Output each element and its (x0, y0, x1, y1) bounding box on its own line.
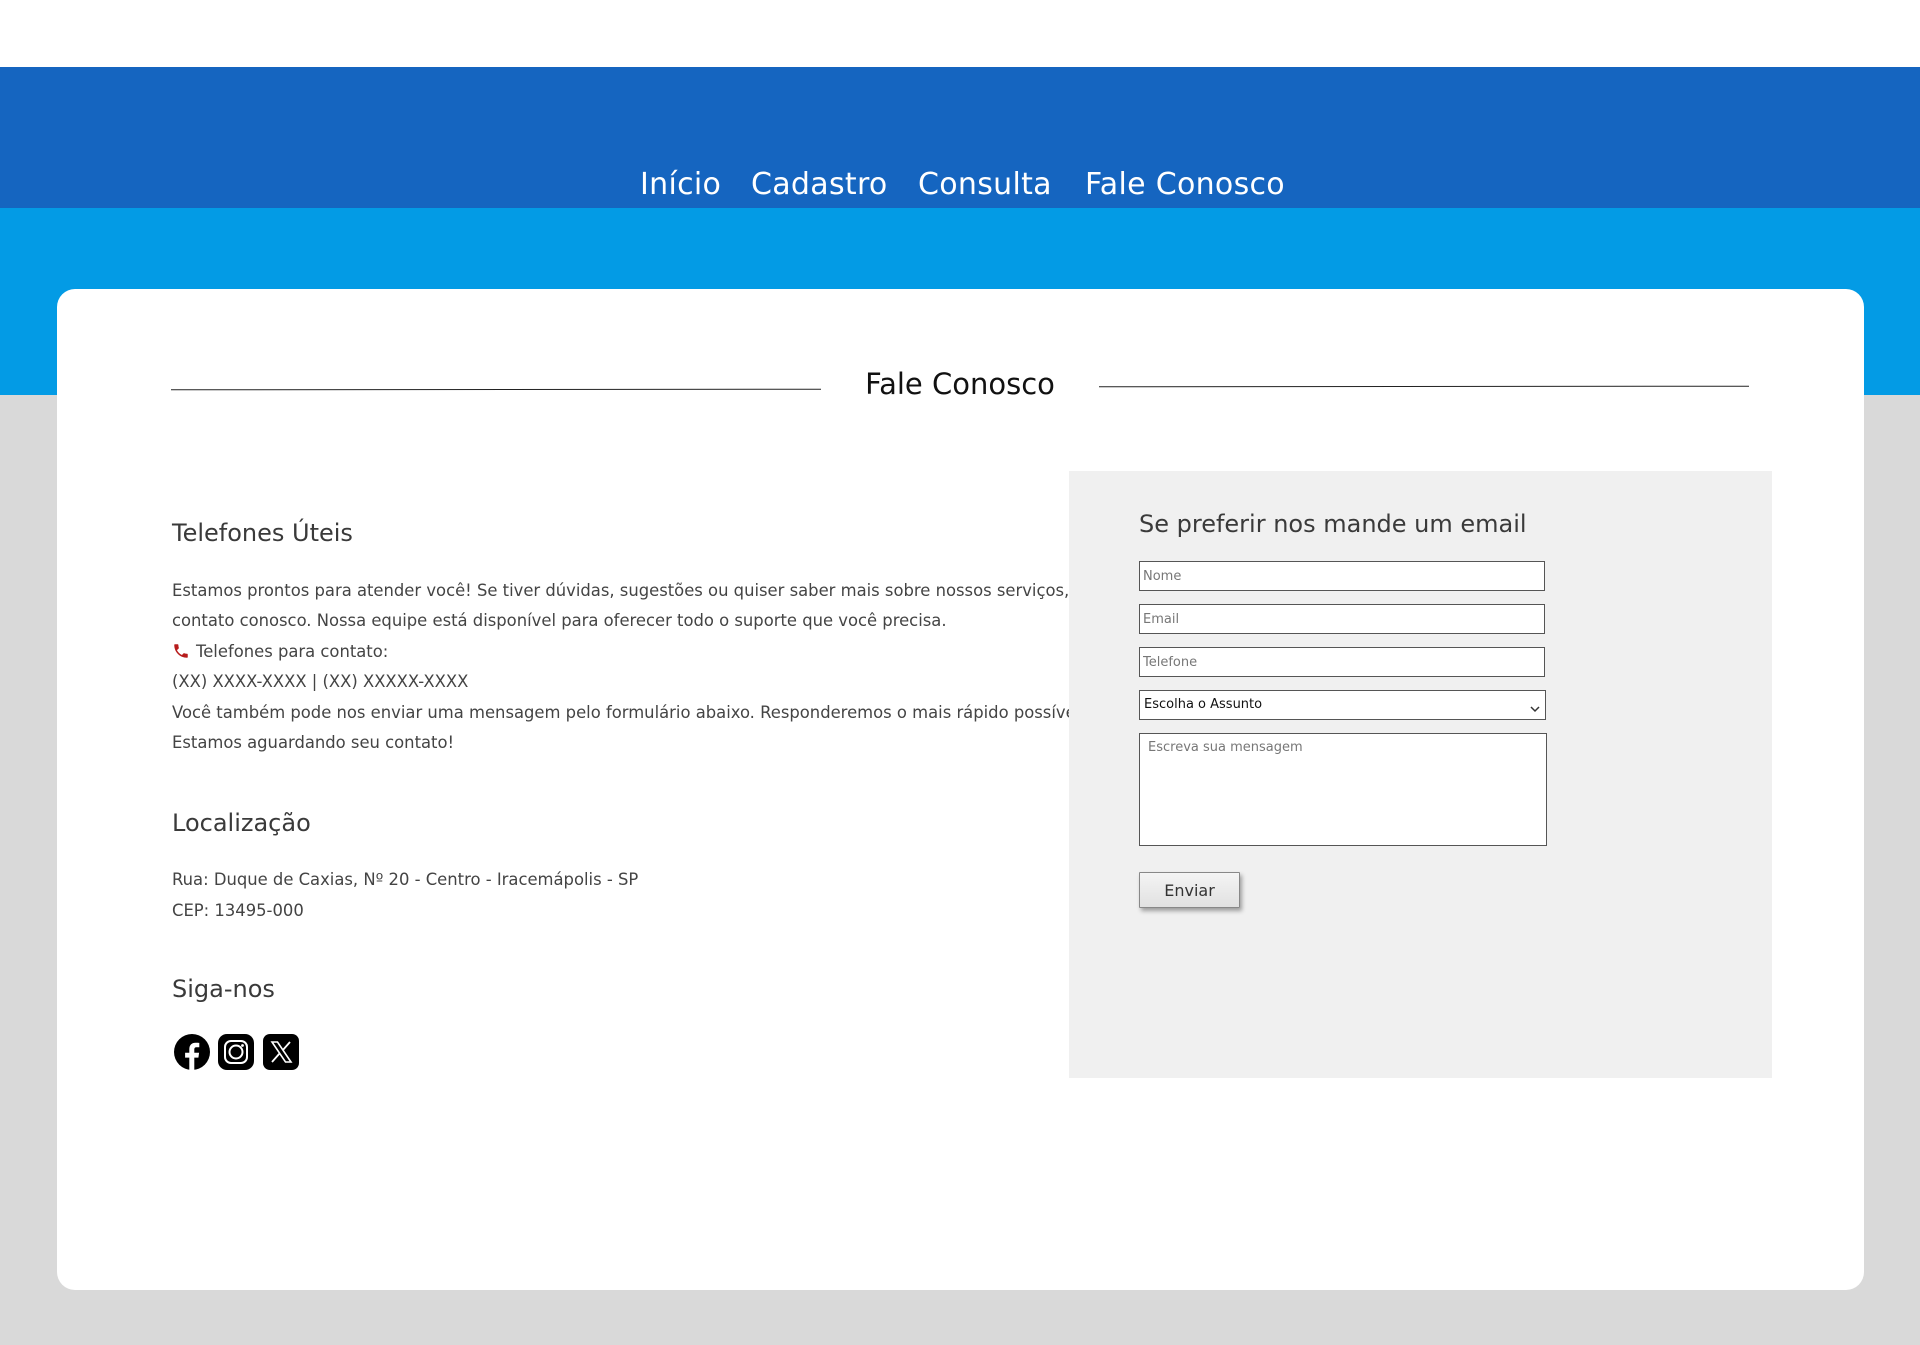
chevron-down-icon (1529, 698, 1541, 713)
phones-numbers: (XX) XXXX-XXXX | (XX) XXXXX-XXXX (172, 672, 469, 691)
phones-text-line: Você também pode nos enviar uma mensagem… (172, 703, 1087, 722)
nav-link-consulta[interactable]: Consulta (918, 160, 1052, 210)
main-navigation: Início Cadastro Consulta Fale Conosco (0, 160, 1920, 210)
phone-input[interactable] (1139, 647, 1545, 677)
location-cep: CEP: 13495-000 (172, 901, 304, 920)
phones-text-line: Estamos prontos para atender você! Se ti… (172, 581, 1150, 600)
submit-button[interactable]: Enviar (1139, 872, 1240, 908)
nav-link-inicio[interactable]: Início (640, 160, 721, 210)
facebook-icon[interactable] (173, 1033, 211, 1071)
social-heading: Siga-nos (172, 975, 275, 1003)
phones-text-line: Estamos aguardando seu contato! (172, 733, 455, 752)
location-heading: Localização (172, 809, 311, 837)
nav-link-cadastro[interactable]: Cadastro (751, 160, 888, 210)
nav-link-fale-conosco[interactable]: Fale Conosco (1085, 160, 1285, 210)
telephone-receiver-icon (172, 640, 190, 658)
form-title: Se preferir nos mande um email (1139, 510, 1527, 538)
phones-contact-label: Telefones para contato: (172, 637, 388, 668)
email-input[interactable] (1139, 604, 1545, 634)
x-icon[interactable] (262, 1033, 300, 1071)
instagram-icon[interactable] (217, 1033, 255, 1071)
location-address: Rua: Duque de Caxias, Nº 20 - Centro - I… (172, 870, 639, 889)
message-textarea[interactable] (1139, 733, 1547, 846)
page-title: Fale Conosco (865, 367, 1055, 401)
subject-select-value: Escolha o Assunto (1144, 697, 1263, 712)
name-input[interactable] (1139, 561, 1545, 591)
top-bar (0, 0, 1920, 67)
phones-contact-label-text: Telefones para contato: (196, 642, 389, 661)
phones-text-line: contato conosco. Nossa equipe está dispo… (172, 611, 947, 630)
subject-select[interactable]: Escolha o Assunto (1139, 690, 1546, 720)
phones-heading: Telefones Úteis (172, 519, 353, 547)
